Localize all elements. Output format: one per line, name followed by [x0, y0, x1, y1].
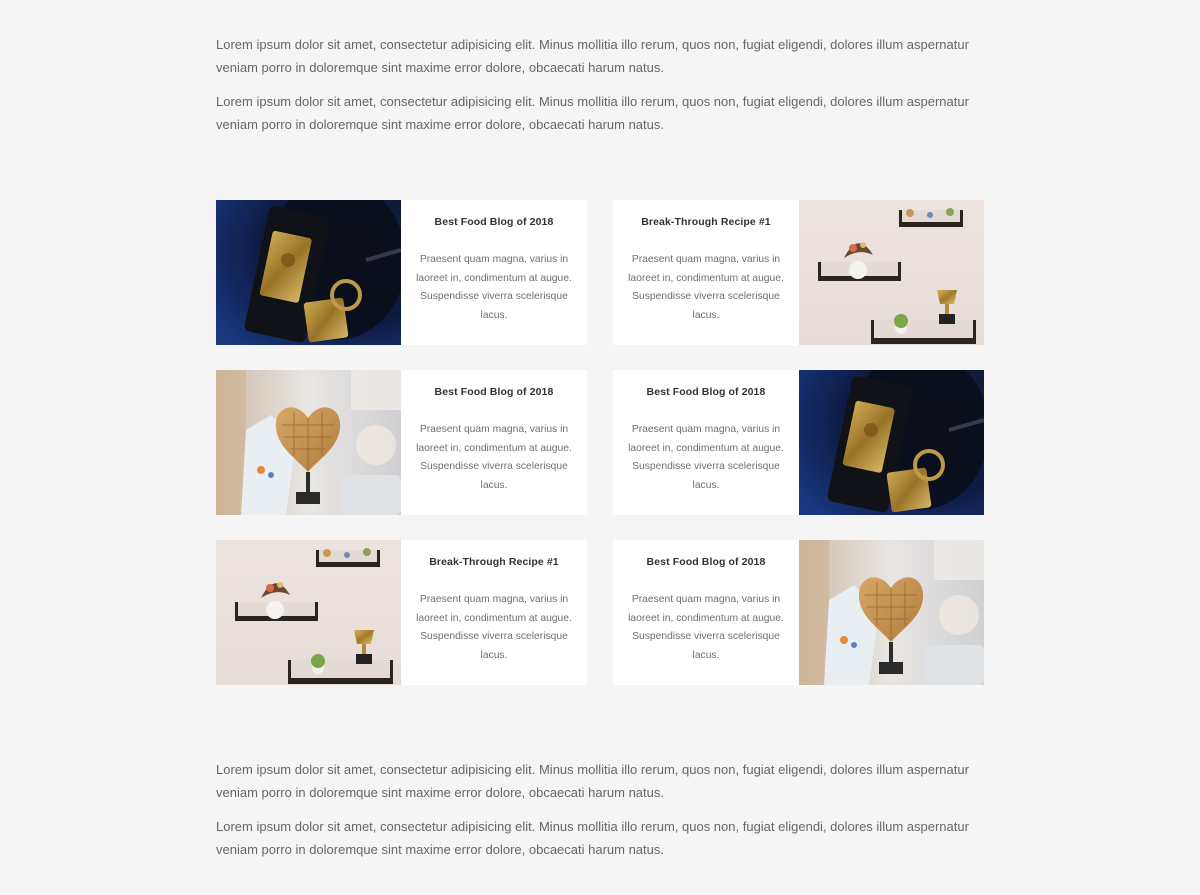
- card[interactable]: Best Food Blog of 2018 Praesent quam mag…: [216, 370, 587, 515]
- card-text: Praesent quam magna, varius in laoreet i…: [416, 254, 572, 322]
- award-plaque-image[interactable]: [216, 200, 401, 345]
- card-text: Praesent quam magna, varius in laoreet i…: [628, 424, 784, 492]
- outro-paragraph: Lorem ipsum dolor sit amet, consectetur …: [216, 819, 969, 857]
- card-text: Praesent quam magna, varius in laoreet i…: [628, 594, 784, 662]
- card[interactable]: Best Food Blog of 2018 Praesent quam mag…: [613, 370, 984, 515]
- card[interactable]: Break-Through Recipe #1 Praesent quam ma…: [216, 540, 587, 685]
- card[interactable]: Best Food Blog of 2018 Praesent quam mag…: [613, 540, 984, 685]
- intro-paragraph: Lorem ipsum dolor sit amet, consectetur …: [216, 37, 969, 75]
- card-text: Praesent quam magna, varius in laoreet i…: [628, 254, 784, 322]
- heart-waffle-trophy-image[interactable]: [216, 370, 401, 515]
- shelves-trophy-image[interactable]: [799, 200, 984, 345]
- card[interactable]: Best Food Blog of 2018 Praesent quam mag…: [216, 200, 587, 345]
- card-title[interactable]: Best Food Blog of 2018: [413, 386, 575, 399]
- outro-paragraph: Lorem ipsum dolor sit amet, consectetur …: [216, 762, 969, 800]
- heart-waffle-trophy-image[interactable]: [799, 540, 984, 685]
- card-text: Praesent quam magna, varius in laoreet i…: [416, 424, 572, 492]
- card-title[interactable]: Break-Through Recipe #1: [413, 556, 575, 569]
- shelves-trophy-image[interactable]: [216, 540, 401, 685]
- card-content: Break-Through Recipe #1 Praesent quam ma…: [401, 540, 587, 685]
- card-content: Best Food Blog of 2018 Praesent quam mag…: [613, 370, 799, 515]
- page: Lorem ipsum dolor sit amet, consectetur …: [0, 0, 1200, 895]
- card-title[interactable]: Best Food Blog of 2018: [413, 216, 575, 229]
- card[interactable]: Break-Through Recipe #1 Praesent quam ma…: [613, 200, 984, 345]
- card-title[interactable]: Best Food Blog of 2018: [625, 386, 787, 399]
- intro-paragraph: Lorem ipsum dolor sit amet, consectetur …: [216, 94, 969, 132]
- card-text: Praesent quam magna, varius in laoreet i…: [416, 594, 572, 662]
- card-content: Best Food Blog of 2018 Praesent quam mag…: [401, 200, 587, 345]
- card-content: Best Food Blog of 2018 Praesent quam mag…: [401, 370, 587, 515]
- card-content: Break-Through Recipe #1 Praesent quam ma…: [613, 200, 799, 345]
- intro-section: Lorem ipsum dolor sit amet, consectetur …: [216, 34, 986, 148]
- card-content: Best Food Blog of 2018 Praesent quam mag…: [613, 540, 799, 685]
- award-plaque-image[interactable]: [799, 370, 984, 515]
- outro-section: Lorem ipsum dolor sit amet, consectetur …: [216, 759, 986, 873]
- card-grid: Best Food Blog of 2018 Praesent quam mag…: [216, 200, 984, 685]
- card-title[interactable]: Break-Through Recipe #1: [625, 216, 787, 229]
- card-title[interactable]: Best Food Blog of 2018: [625, 556, 787, 569]
